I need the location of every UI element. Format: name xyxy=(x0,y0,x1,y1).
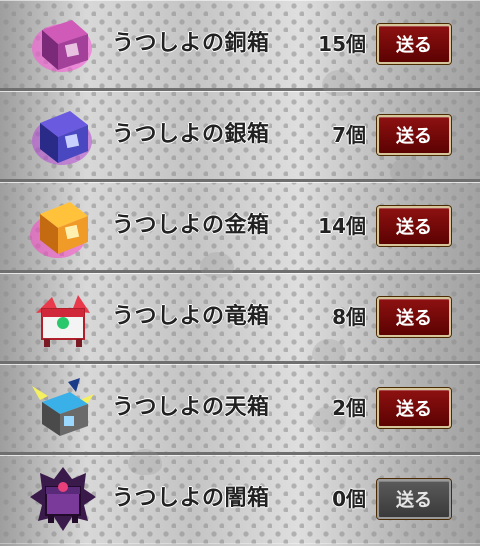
item-count: 7個 xyxy=(332,123,366,147)
dark-chest-icon xyxy=(30,467,96,531)
item-name: うつしよの天箱 xyxy=(112,395,270,420)
send-button[interactable]: 送る xyxy=(377,297,451,337)
list-item: うつしよの竜箱 8個 送る xyxy=(0,273,480,365)
list-item: うつしよの銀箱 7個 送る xyxy=(0,91,480,183)
send-button[interactable]: 送る xyxy=(377,206,451,246)
item-count: 15個 xyxy=(318,32,366,56)
send-button[interactable]: 送る xyxy=(377,388,451,428)
gold-chest-icon xyxy=(30,202,88,258)
send-button[interactable]: 送る xyxy=(377,115,451,155)
item-name: うつしよの竜箱 xyxy=(112,304,270,329)
copper-chest-icon xyxy=(32,20,92,72)
list-item: うつしよの銅箱 15個 送る xyxy=(0,0,480,96)
item-name: うつしよの銅箱 xyxy=(112,31,270,56)
list-item: うつしよの天箱 2個 送る xyxy=(0,364,480,455)
item-name: うつしよの金箱 xyxy=(112,213,270,238)
item-name: うつしよの銀箱 xyxy=(112,122,270,147)
heaven-chest-icon xyxy=(32,378,94,436)
silver-chest-icon xyxy=(32,111,92,165)
item-count: 2個 xyxy=(332,396,366,420)
list-item: うつしよの金箱 14個 送る xyxy=(0,182,480,278)
send-button[interactable]: 送る xyxy=(377,479,451,519)
chest-list: うつしよの銅箱 15個 送る うつしよの銀箱 7個 送る うつしよの金箱 14個… xyxy=(0,0,480,546)
item-count: 8個 xyxy=(332,305,366,329)
list-item: うつしよの闇箱 0個 送る xyxy=(0,449,480,543)
slime-watermark xyxy=(390,157,424,183)
item-count: 14個 xyxy=(318,214,366,238)
send-button[interactable]: 送る xyxy=(377,24,451,64)
dragon-chest-icon xyxy=(36,295,90,347)
item-name: うつしよの闇箱 xyxy=(112,486,270,511)
item-count: 0個 xyxy=(332,487,366,511)
